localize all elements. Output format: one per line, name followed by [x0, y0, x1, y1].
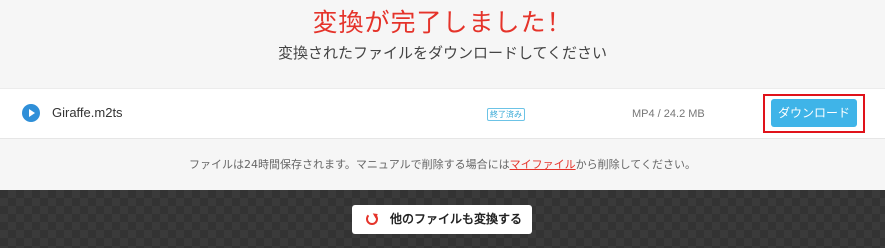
download-button[interactable]: ダウンロード — [771, 99, 857, 127]
refresh-icon — [366, 213, 378, 225]
page-title: 変換が完了しました！ — [312, 8, 573, 37]
my-files-link[interactable]: マイファイル — [510, 158, 576, 171]
header: 変換が完了しました！ 変換されたファイルをダウンロードしてください — [0, 0, 885, 88]
file-row: Giraffe.m2ts 終了済み MP4 / 24.2 MB ダウンロード — [0, 88, 885, 139]
notice-text-after: から削除してください。 — [575, 158, 696, 171]
convert-more-button[interactable]: 他のファイルも変換する — [352, 205, 532, 234]
file-meta: MP4 / 24.2 MB — [632, 108, 705, 120]
footer: 他のファイルも変換する — [0, 190, 885, 248]
retention-notice: ファイルは24時間保存されます。マニュアルで削除する場合にはマイファイルから削除… — [0, 156, 885, 172]
play-icon[interactable] — [22, 104, 40, 122]
status-badge: 終了済み — [487, 108, 525, 121]
notice-text-before: ファイルは24時間保存されます。マニュアルで削除する場合には — [189, 158, 510, 171]
file-name: Giraffe.m2ts — [52, 105, 123, 120]
convert-more-label: 他のファイルも変換する — [390, 212, 523, 226]
page-subtitle: 変換されたファイルをダウンロードしてください — [277, 44, 608, 62]
